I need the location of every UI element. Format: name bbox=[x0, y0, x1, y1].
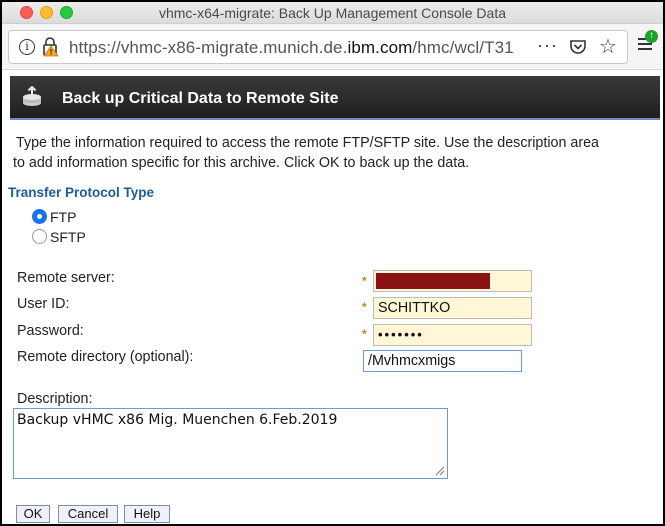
window-titlebar: vhmc-x64-migrate: Back Up Management Con… bbox=[2, 2, 663, 24]
remote-server-input[interactable] bbox=[373, 270, 532, 292]
dialog-title: Back up Critical Data to Remote Site bbox=[62, 90, 339, 107]
cancel-button[interactable]: Cancel bbox=[58, 505, 118, 523]
page-actions-icon[interactable]: ··· bbox=[537, 35, 558, 56]
browser-toolbar: i https://vhmc-x86-migrate.munich.de.ibm… bbox=[2, 24, 663, 70]
address-bar[interactable]: i https://vhmc-x86-migrate.munich.de.ibm… bbox=[8, 30, 628, 64]
remote-directory-input[interactable]: /Mvhmcxmigs bbox=[363, 350, 522, 372]
resize-grip-icon[interactable] bbox=[433, 464, 445, 476]
url-domain: ibm.com bbox=[347, 38, 413, 57]
ftp-radio-label: FTP bbox=[50, 209, 77, 225]
url-text[interactable]: https://vhmc-x86-migrate.munich.de.ibm.c… bbox=[69, 38, 514, 58]
sftp-radio[interactable] bbox=[32, 229, 47, 244]
pocket-icon[interactable] bbox=[569, 39, 587, 55]
description-text: Backup vHMC x86 Mig. Muenchen 6.Feb.2019 bbox=[17, 412, 338, 428]
description-textarea[interactable]: Backup vHMC x86 Mig. Muenchen 6.Feb.2019 bbox=[13, 408, 448, 479]
help-button[interactable]: Help bbox=[124, 505, 170, 523]
insecure-lock-icon[interactable] bbox=[41, 37, 59, 57]
password-label: Password: bbox=[17, 323, 84, 339]
bookmark-star-icon[interactable]: ☆ bbox=[599, 34, 617, 59]
required-marker: * bbox=[362, 274, 367, 288]
dialog-header: Back up Critical Data to Remote Site bbox=[10, 76, 660, 120]
instructions-line-1: Type the information required to access … bbox=[16, 135, 600, 151]
remote-directory-label: Remote directory (optional): bbox=[17, 349, 194, 365]
update-available-icon[interactable]: ↑ bbox=[645, 30, 658, 43]
user-id-label: User ID: bbox=[17, 296, 70, 312]
info-icon[interactable]: i bbox=[19, 39, 35, 55]
description-label: Description: bbox=[17, 391, 93, 407]
browser-window: vhmc-x64-migrate: Back Up Management Con… bbox=[0, 0, 665, 526]
required-marker: * bbox=[362, 327, 367, 341]
password-input[interactable]: ••••••• bbox=[373, 324, 532, 346]
instructions-line-2: to add information specific for this arc… bbox=[13, 155, 470, 171]
sftp-radio-label: SFTP bbox=[50, 229, 86, 245]
protocol-option-sftp[interactable]: SFTP bbox=[32, 229, 86, 247]
remote-server-label: Remote server: bbox=[17, 270, 115, 286]
required-marker: * bbox=[362, 300, 367, 314]
protocol-option-ftp[interactable]: FTP bbox=[32, 209, 76, 227]
instructions-text: Type the information required to access … bbox=[13, 133, 656, 173]
backup-database-icon bbox=[23, 86, 41, 106]
window-title: vhmc-x64-migrate: Back Up Management Con… bbox=[158, 5, 507, 21]
ftp-radio[interactable] bbox=[32, 209, 47, 224]
user-id-input[interactable]: SCHITTKO bbox=[373, 297, 532, 319]
url-prefix: https://vhmc-x86-migrate.munich.de. bbox=[69, 38, 348, 57]
url-suffix: /hmc/wcl/T31 bbox=[412, 38, 514, 57]
ok-button[interactable]: OK bbox=[16, 505, 50, 523]
transfer-protocol-heading: Transfer Protocol Type bbox=[8, 185, 155, 200]
redacted-value bbox=[376, 273, 490, 289]
